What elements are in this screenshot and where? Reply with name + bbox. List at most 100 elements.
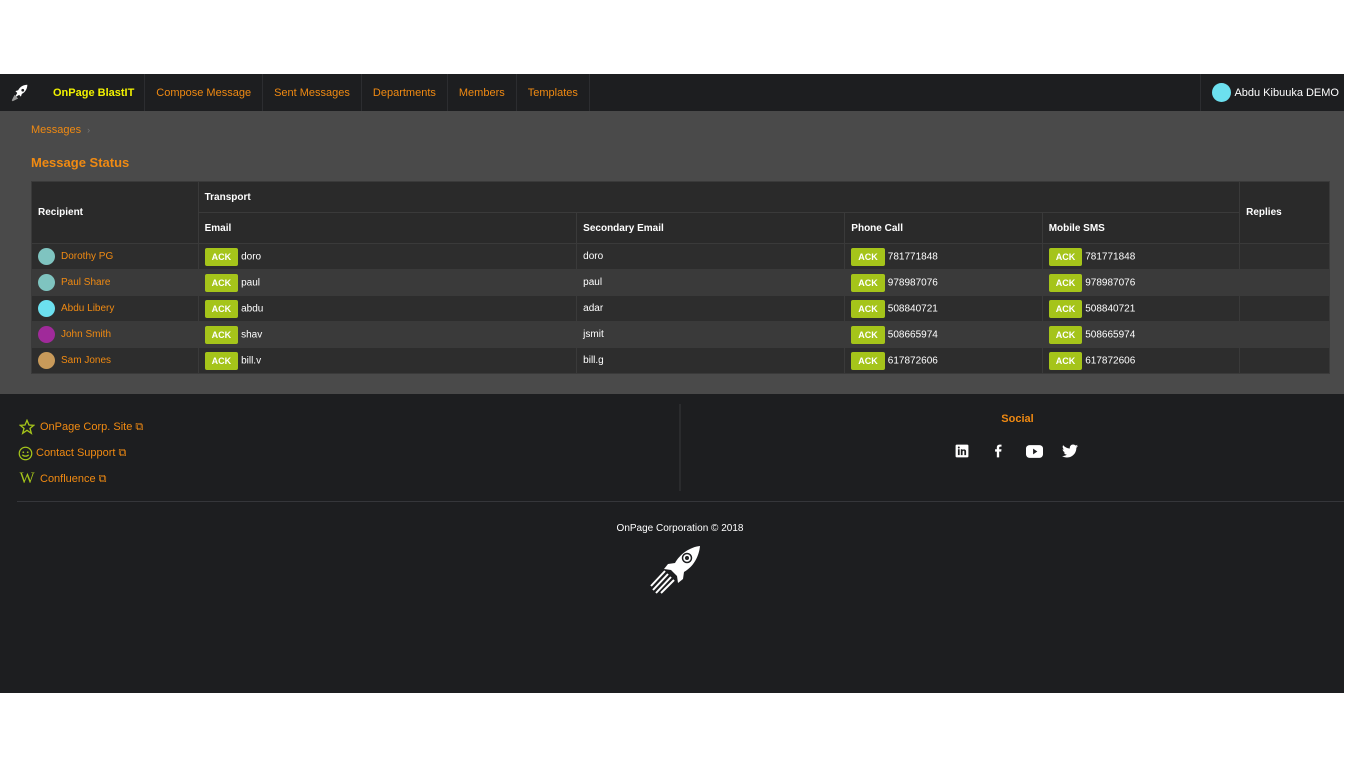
- footer: OnPage Corp. Site ⧉ Contact Support ⧉ W …: [0, 394, 1344, 693]
- secondary-email-cell: jsmit: [576, 321, 846, 348]
- rocket-icon: [650, 544, 704, 599]
- footer-horizontal-divider: [17, 501, 1344, 502]
- main-content: Messages › Message Status Recipient Trans…: [0, 111, 1344, 394]
- email-value: bill.v: [241, 355, 262, 367]
- table-row: John Smith ACK shav jsmit ACK 508665974 ACK 508…: [31, 321, 1330, 348]
- youtube-icon[interactable]: [1025, 442, 1043, 460]
- nav-departments[interactable]: Departments: [362, 74, 448, 111]
- user-menu[interactable]: Abdu Kibuuka DEMO: [1200, 74, 1344, 111]
- phone-value: 617872606: [887, 355, 938, 367]
- secondary-email-value: bill.g: [583, 355, 604, 366]
- mobile-sms-cell: ACK 508840721: [1041, 295, 1241, 322]
- secondary-email-cell: adar: [576, 295, 846, 322]
- ack-badge: ACK: [204, 351, 239, 370]
- phone-value: 978987076: [887, 277, 938, 289]
- recipient-link[interactable]: Dorothy PG: [61, 251, 113, 262]
- ack-badge: ACK: [851, 351, 885, 370]
- recipient-link[interactable]: Sam Jones: [61, 355, 111, 366]
- ack-badge: ACK: [204, 247, 239, 266]
- recipient-cell: John Smith: [31, 321, 199, 348]
- recipient-avatar: [38, 248, 55, 265]
- table-row: Abdu Libery ACK abdu adar ACK 508840721 ACK 508…: [31, 295, 1330, 322]
- rocket-logo-icon[interactable]: [0, 74, 40, 111]
- mobile-sms-cell: ACK 617872606: [1041, 347, 1241, 374]
- secondary-email-value: adar: [583, 303, 604, 314]
- recipient-avatar: [38, 352, 55, 369]
- mobile-sms-cell: ACK 978987076: [1041, 269, 1241, 296]
- chevron-right-icon: ›: [87, 125, 91, 135]
- phone-call-cell: ACK 617872606: [844, 347, 1043, 374]
- recipient-link[interactable]: Paul Share: [61, 277, 110, 288]
- secondary-email-value: doro: [583, 251, 604, 262]
- replies-cell: [1239, 295, 1330, 322]
- ack-badge: ACK: [851, 325, 885, 344]
- linkedin-icon[interactable]: [953, 442, 971, 460]
- breadcrumb-messages[interactable]: Messages: [31, 124, 81, 136]
- nav-sent-messages[interactable]: Sent Messages: [263, 74, 362, 111]
- wikipedia-icon: W: [19, 470, 35, 487]
- phone-value: 508665974: [887, 329, 938, 341]
- header-phone-call: Phone Call: [844, 212, 1043, 244]
- nav-templates[interactable]: Templates: [517, 74, 590, 111]
- footer-link-label: Confluence: [40, 473, 96, 485]
- sms-value: 508840721: [1085, 303, 1136, 315]
- email-cell: ACK bill.v: [197, 347, 578, 374]
- nav-brand[interactable]: OnPage BlastIT: [40, 74, 146, 111]
- email-cell: ACK doro: [197, 243, 578, 270]
- facebook-icon[interactable]: [989, 442, 1007, 460]
- table-row: Paul Share ACK paul paul ACK 978987076 ACK 9789…: [31, 269, 1330, 296]
- footer-link-confluence[interactable]: W Confluence ⧉: [17, 466, 143, 492]
- header-recipient: Recipient: [31, 181, 199, 244]
- mobile-sms-cell: ACK 508665974: [1041, 321, 1241, 348]
- message-status-table: Recipient Transport Replies Email Second…: [31, 181, 1330, 374]
- sms-value: 617872606: [1085, 355, 1136, 367]
- social-links: [953, 442, 1079, 460]
- secondary-email-value: jsmit: [583, 329, 604, 340]
- phone-call-cell: ACK 508665974: [844, 321, 1043, 348]
- header-replies: Replies: [1239, 181, 1330, 244]
- recipient-cell: Dorothy PG: [31, 243, 199, 270]
- top-navbar: OnPage BlastIT Compose Message Sent Mess…: [0, 74, 1344, 111]
- header-email: Email: [197, 212, 578, 244]
- recipient-avatar: [38, 326, 55, 343]
- ack-badge: ACK: [1048, 351, 1083, 370]
- footer-link-corp-site[interactable]: OnPage Corp. Site ⧉: [17, 414, 143, 440]
- recipient-avatar: [38, 300, 55, 317]
- external-link-icon: ⧉: [135, 420, 144, 433]
- recipient-cell: Paul Share: [31, 269, 199, 296]
- ack-badge: ACK: [204, 273, 239, 292]
- recipient-link[interactable]: Abdu Libery: [61, 303, 114, 314]
- table-row: Sam Jones ACK bill.v bill.g ACK 617872606 ACK 6…: [31, 347, 1330, 374]
- secondary-email-cell: bill.g: [576, 347, 846, 374]
- page-title: Message Status: [31, 155, 130, 170]
- recipient-cell: Sam Jones: [31, 347, 199, 374]
- email-value: paul: [241, 277, 260, 289]
- mobile-sms-cell: ACK 781771848: [1041, 243, 1241, 270]
- smiley-icon: [17, 446, 33, 461]
- footer-link-label: Contact Support: [36, 447, 116, 459]
- email-value: doro: [241, 251, 262, 263]
- replies-cell: [1239, 321, 1330, 348]
- email-cell: ACK abdu: [197, 295, 578, 322]
- footer-divider: [679, 404, 681, 491]
- twitter-icon[interactable]: [1061, 442, 1079, 460]
- replies-cell: [1239, 269, 1330, 296]
- nav-members[interactable]: Members: [448, 74, 517, 111]
- nav-compose-message[interactable]: Compose Message: [145, 74, 264, 111]
- ack-badge: ACK: [1048, 273, 1083, 292]
- footer-links: OnPage Corp. Site ⧉ Contact Support ⧉ W …: [17, 414, 143, 492]
- footer-link-contact-support[interactable]: Contact Support ⧉: [17, 440, 143, 466]
- star-icon: [17, 419, 37, 435]
- ack-badge: ACK: [1048, 325, 1083, 344]
- ack-badge: ACK: [204, 299, 239, 318]
- header-transport: Transport: [197, 181, 1241, 213]
- recipient-avatar: [38, 274, 55, 291]
- phone-call-cell: ACK 508840721: [844, 295, 1043, 322]
- secondary-email-cell: doro: [576, 243, 846, 270]
- email-cell: ACK paul: [197, 269, 578, 296]
- sms-value: 508665974: [1085, 329, 1136, 341]
- ack-badge: ACK: [1048, 299, 1083, 318]
- recipient-cell: Abdu Libery: [31, 295, 199, 322]
- recipient-link[interactable]: John Smith: [61, 329, 111, 340]
- email-cell: ACK shav: [197, 321, 578, 348]
